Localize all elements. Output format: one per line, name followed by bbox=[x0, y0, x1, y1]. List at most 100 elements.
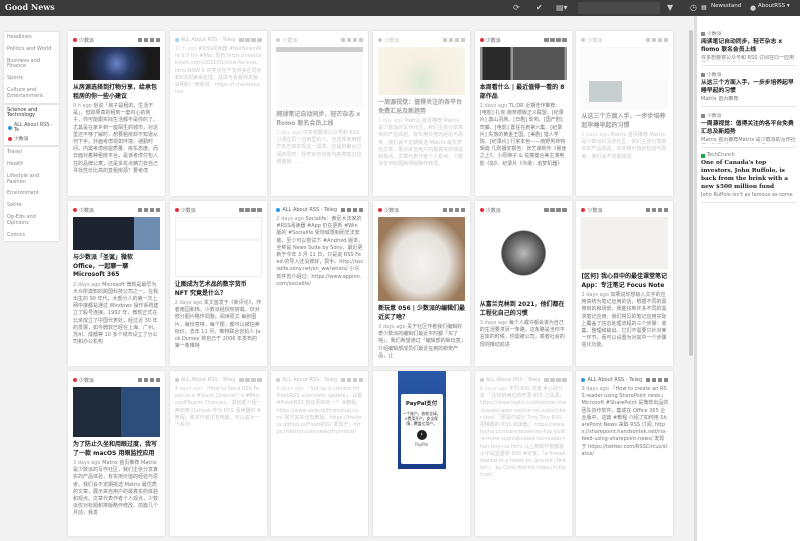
account-menu[interactable]: AboutRSS ▾ bbox=[758, 3, 790, 9]
sidebar-item[interactable]: Travel bbox=[4, 147, 59, 159]
mark-icon[interactable] bbox=[155, 377, 160, 383]
mark-icon[interactable] bbox=[562, 377, 567, 383]
side-list-item[interactable]: TechCrunch One of Canada's top investors,… bbox=[701, 151, 796, 203]
article-card[interactable]: 少数派 [区何] 我心目中的最佳课堂笔记 App：专注笔记 Focus Note 3… bbox=[576, 201, 674, 366]
star-icon[interactable] bbox=[245, 207, 250, 213]
sidebar-feed[interactable]: ALL About RSS - Te bbox=[4, 122, 59, 134]
source-name[interactable]: 少数派 bbox=[181, 207, 238, 214]
newsstand-button[interactable]: Newsstand bbox=[711, 3, 741, 9]
ad-banner[interactable]: PayPal支付 一个账户，收款全球。0费用开户，安全保障，覆盖亿用户。 › PayP… bbox=[397, 371, 446, 469]
source-name[interactable]: ALL About RSS - Teleg bbox=[282, 207, 339, 213]
sidebar-item[interactable]: Sports bbox=[4, 73, 59, 85]
star-icon[interactable] bbox=[346, 377, 352, 383]
article-title[interactable]: 一周源视觉：值得关注的各平台免费汇总及新趋势 bbox=[378, 99, 465, 116]
star-icon[interactable] bbox=[143, 37, 148, 43]
star-icon[interactable] bbox=[346, 207, 352, 213]
read-icon[interactable] bbox=[657, 377, 663, 383]
article-card[interactable]: ALL About RSS - Teleg 11 h ago #RSS阅读器 #N… bbox=[169, 31, 267, 196]
share-icon[interactable] bbox=[137, 37, 142, 43]
article-card[interactable]: 少数派 从富兰克林到 2021，他们都在工程化自己的习惯 3 days ago 每个… bbox=[474, 201, 572, 366]
sidebar-item[interactable]: Satire bbox=[4, 200, 59, 212]
refresh-icon[interactable]: ⟳ bbox=[513, 3, 520, 13]
mark-icon[interactable] bbox=[358, 37, 364, 43]
main-scrollbar[interactable] bbox=[689, 30, 693, 356]
mark-icon[interactable] bbox=[358, 207, 364, 213]
source-name[interactable]: 少数派 bbox=[384, 37, 441, 44]
sidebar-item[interactable]: Comics bbox=[4, 230, 59, 242]
mark-icon[interactable] bbox=[663, 377, 669, 383]
article-card[interactable]: 少数派 从房源选择到打物分享，给承包租房的你一些小建议 9 h ago 俗说「房子是… bbox=[68, 31, 165, 196]
article-card[interactable]: 少数派 一周源视觉：值得关注的各平台免费汇总及新趋势 1 day ago Matri… bbox=[373, 31, 471, 196]
share-icon[interactable] bbox=[645, 207, 651, 213]
share-icon[interactable] bbox=[544, 377, 549, 383]
read-icon[interactable] bbox=[352, 207, 358, 213]
star-icon[interactable] bbox=[448, 37, 454, 43]
side-item-title[interactable]: 从这三个方面入手，一步步培养起早睡早起的习惯 bbox=[701, 79, 796, 95]
read-icon[interactable] bbox=[352, 37, 358, 43]
side-list-item[interactable]: 少数派 阅读笔记自动同步，轻芒杂志 x flomo 联名会员上线 许多想要将公众号和… bbox=[701, 28, 796, 66]
star-icon[interactable] bbox=[143, 207, 148, 213]
read-icon[interactable] bbox=[149, 37, 154, 43]
mark-icon[interactable] bbox=[663, 37, 669, 43]
article-title[interactable]: 本周看什么 | 最近值得一看的 8 部作品 bbox=[480, 84, 567, 101]
share-icon[interactable] bbox=[137, 207, 142, 213]
share-icon[interactable] bbox=[340, 207, 346, 213]
search-input[interactable] bbox=[578, 2, 660, 14]
clock-icon[interactable]: ◷ bbox=[690, 3, 697, 13]
ad-arrow-button[interactable]: › bbox=[416, 430, 427, 440]
side-item-title[interactable]: 阅读笔记自动同步，轻芒杂志 x flomo 联名会员上线 bbox=[701, 38, 796, 54]
sidebar-item[interactable]: Business and Finance bbox=[4, 56, 59, 74]
article-title[interactable]: 为了防止久坐和用眼过度，我写了一款 macOS 用眼监控应用 bbox=[73, 441, 160, 458]
star-icon[interactable] bbox=[245, 377, 250, 383]
article-card[interactable]: ALL About RSS - Teleg 4 days ago 「How to … bbox=[169, 371, 267, 536]
mark-icon[interactable] bbox=[358, 377, 364, 383]
article-thumbnail[interactable] bbox=[276, 47, 364, 107]
read-icon[interactable] bbox=[556, 37, 561, 43]
article-card[interactable]: PayPal支付 一个账户，收款全球。0费用开户，安全保障，覆盖亿用户。 › PayP… bbox=[373, 371, 471, 536]
read-icon[interactable] bbox=[251, 377, 256, 383]
article-card[interactable]: 少数派 让图成为艺术品的数字货币 NFT 究竟是什么？ 2 days ago 本文首… bbox=[169, 201, 267, 366]
article-thumbnail[interactable] bbox=[581, 47, 669, 109]
sidebar-item[interactable]: Lifestyle and Fashion bbox=[4, 171, 59, 189]
sidebar-item-selected[interactable]: Science and Technology bbox=[4, 105, 59, 123]
read-icon[interactable] bbox=[556, 207, 561, 213]
read-icon[interactable] bbox=[149, 377, 154, 383]
star-icon[interactable] bbox=[550, 377, 555, 383]
share-icon[interactable] bbox=[645, 37, 651, 43]
mark-icon[interactable] bbox=[562, 37, 567, 43]
mark-icon[interactable] bbox=[155, 37, 160, 43]
star-icon[interactable] bbox=[550, 37, 555, 43]
source-name[interactable]: 少数派 bbox=[587, 37, 644, 44]
read-icon[interactable] bbox=[657, 37, 663, 43]
check-circle-icon[interactable]: ✔ bbox=[536, 3, 543, 13]
sidebar-item[interactable]: Culture and Entertainment bbox=[4, 85, 59, 103]
side-list-item[interactable]: 少数派 从这三个方面入手，一步步培养起早睡早起的习惯 Matrix 首页推荐 bbox=[701, 69, 796, 107]
mark-icon[interactable] bbox=[562, 207, 567, 213]
source-name[interactable]: ALL About RSS - Teleg bbox=[282, 377, 339, 383]
article-card[interactable]: 少数派 本周看什么 | 最近值得一看的 8 部作品 2 days ago TL;DR… bbox=[474, 31, 572, 196]
share-icon[interactable] bbox=[544, 207, 549, 213]
article-title[interactable]: 让图成为艺术品的数字货币 NFT 究竟是什么？ bbox=[175, 281, 262, 298]
article-card[interactable]: ALL About RSS - Teleg 2 days ago Socialif… bbox=[271, 201, 369, 366]
mark-icon[interactable] bbox=[460, 207, 466, 213]
filter-icon[interactable]: ▼ bbox=[667, 3, 673, 13]
star-icon[interactable] bbox=[651, 207, 657, 213]
share-icon[interactable] bbox=[442, 37, 448, 43]
star-icon[interactable] bbox=[651, 377, 657, 383]
side-item-title[interactable]: One of Canada's top investors, John Ruff… bbox=[701, 159, 796, 191]
layout-icon[interactable]: ▤▾ bbox=[556, 3, 568, 13]
article-title[interactable]: 与少数派「圣诞」微软 Office，一起聊一聊 Microsoft 365 bbox=[73, 254, 160, 280]
star-icon[interactable] bbox=[651, 37, 657, 43]
read-icon[interactable] bbox=[454, 207, 460, 213]
share-icon[interactable] bbox=[239, 207, 244, 213]
share-icon[interactable] bbox=[340, 377, 346, 383]
star-icon[interactable] bbox=[346, 37, 352, 43]
read-icon[interactable] bbox=[657, 207, 663, 213]
article-card[interactable]: 少数派 与少数派「圣诞」微软 Office，一起聊一聊 Microsoft 365… bbox=[68, 201, 165, 366]
article-thumbnail[interactable] bbox=[73, 47, 160, 80]
mark-icon[interactable] bbox=[663, 207, 669, 213]
sidebar-item[interactable]: Health bbox=[4, 159, 59, 171]
article-thumbnail[interactable] bbox=[378, 47, 466, 95]
star-icon[interactable] bbox=[448, 207, 454, 213]
read-icon[interactable] bbox=[352, 377, 358, 383]
